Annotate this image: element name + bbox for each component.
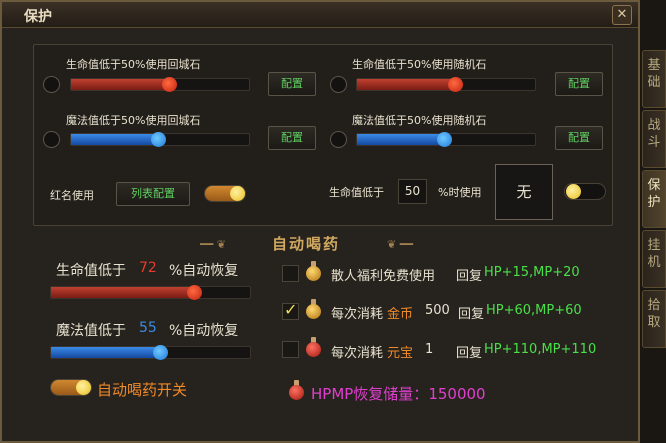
close-button[interactable]: ✕ [612, 5, 632, 25]
mp-return-stone-label: 魔法值低于50%使用回城石 [66, 114, 201, 127]
mp-auto-suffix: %自动恢复 [169, 323, 239, 339]
hpmp-reserve: HPMP恢复储量：150000 [311, 385, 486, 403]
mp-random-stone-config-button[interactable]: 配置 [555, 126, 603, 150]
option-yuanbao-restore-label: 回复 [456, 346, 483, 361]
tab-protection[interactable]: 保护 [642, 170, 666, 228]
option-free-restore: HP+15,MP+20 [484, 265, 580, 280]
hp-random-stone-label: 生命值低于50%使用随机石 [352, 58, 487, 71]
hp-random-stone-config-button[interactable]: 配置 [555, 72, 603, 96]
reserve-potion-icon [288, 380, 305, 400]
hp-below-suffix: %时使用 [438, 186, 482, 199]
check-icon: ✓ [284, 300, 298, 319]
mp-auto-slider[interactable] [50, 345, 251, 360]
tab-combat[interactable]: 战斗 [642, 110, 666, 168]
option-yuanbao-currency: 元宝 [387, 346, 414, 361]
red-name-label: 红名使用 [50, 189, 94, 202]
hp-random-stone-radio[interactable] [330, 76, 347, 93]
item-slot[interactable]: 无 [495, 164, 553, 220]
option-yuanbao-checkbox[interactable] [282, 341, 299, 358]
hp-auto-slider[interactable] [50, 285, 251, 300]
hp-return-stone-config-button[interactable]: 配置 [268, 72, 316, 96]
mp-return-stone-config-button[interactable]: 配置 [268, 126, 316, 150]
option-gold-currency: 金币 [387, 307, 414, 322]
slider-knob[interactable] [161, 77, 177, 92]
title-bar: 保护 ✕ [2, 2, 638, 28]
window-title: 保护 [24, 9, 52, 25]
slider-knob[interactable] [153, 345, 169, 360]
option-yuanbao-cost: 1 [425, 342, 434, 357]
option-yuanbao-text: 每次消耗 [331, 346, 384, 361]
auto-potion-switch[interactable] [50, 379, 92, 396]
hp-return-stone-label: 生命值低于50%使用回城石 [66, 58, 201, 71]
option-free-text: 散人福利免费使用 [331, 269, 436, 284]
slider-knob[interactable] [447, 77, 463, 92]
ornament-left: ━━ ❦ [200, 238, 226, 251]
option-gold-cost: 500 [425, 303, 450, 318]
tab-basic[interactable]: 基础 [642, 50, 666, 108]
hp-return-stone-radio[interactable] [43, 76, 60, 93]
option-gold-text: 每次消耗 [331, 307, 384, 322]
protection-window: 保护 ✕ 生命值低于50%使用回城石 配置 生命值低于50%使用随机石 配置 魔… [0, 0, 640, 443]
option-yuanbao-restore: HP+110,MP+110 [484, 342, 597, 357]
mp-random-stone-radio[interactable] [330, 131, 347, 148]
option-gold-restore-label: 回复 [458, 307, 485, 322]
mp-random-stone-slider[interactable] [356, 132, 536, 147]
auto-potion-switch-label: 自动喝药开关 [97, 381, 188, 399]
hp-below-toggle[interactable] [564, 183, 606, 200]
auto-potion-title: 自动喝药 [272, 235, 341, 253]
hp-below-prefix: 生命值低于 [329, 186, 384, 199]
slider-knob[interactable] [437, 132, 453, 147]
slider-knob[interactable] [187, 285, 203, 300]
red-potion-icon [305, 337, 322, 357]
hp-auto-value[interactable]: 72 [139, 260, 157, 276]
mp-random-stone-label: 魔法值低于50%使用随机石 [352, 114, 487, 127]
hp-return-stone-slider[interactable] [70, 77, 250, 92]
mp-return-stone-radio[interactable] [43, 131, 60, 148]
tab-idle[interactable]: 挂机 [642, 230, 666, 288]
gold-potion-icon [305, 261, 322, 281]
option-gold-checkbox[interactable]: ✓ [282, 300, 299, 320]
mp-auto-value[interactable]: 55 [139, 320, 157, 336]
hp-auto-suffix: %自动恢复 [169, 263, 239, 279]
red-name-toggle[interactable] [204, 185, 246, 202]
option-free-restore-label: 回复 [456, 269, 483, 284]
mp-return-stone-slider[interactable] [70, 132, 250, 147]
slider-knob[interactable] [151, 132, 167, 147]
hp-below-input[interactable]: 50 [398, 179, 427, 204]
hp-auto-prefix: 生命值低于 [56, 263, 126, 279]
section-divider [35, 225, 612, 226]
hp-random-stone-slider[interactable] [356, 77, 536, 92]
gold-potion-icon [305, 299, 322, 319]
list-config-button[interactable]: 列表配置 [116, 182, 190, 206]
option-gold-restore: HP+60,MP+60 [486, 303, 582, 318]
option-free-checkbox[interactable] [282, 265, 299, 282]
mp-auto-prefix: 魔法值低于 [56, 323, 126, 339]
tab-pickup[interactable]: 拾取 [642, 290, 666, 348]
ornament-right: ❦ ━━ [387, 238, 413, 251]
